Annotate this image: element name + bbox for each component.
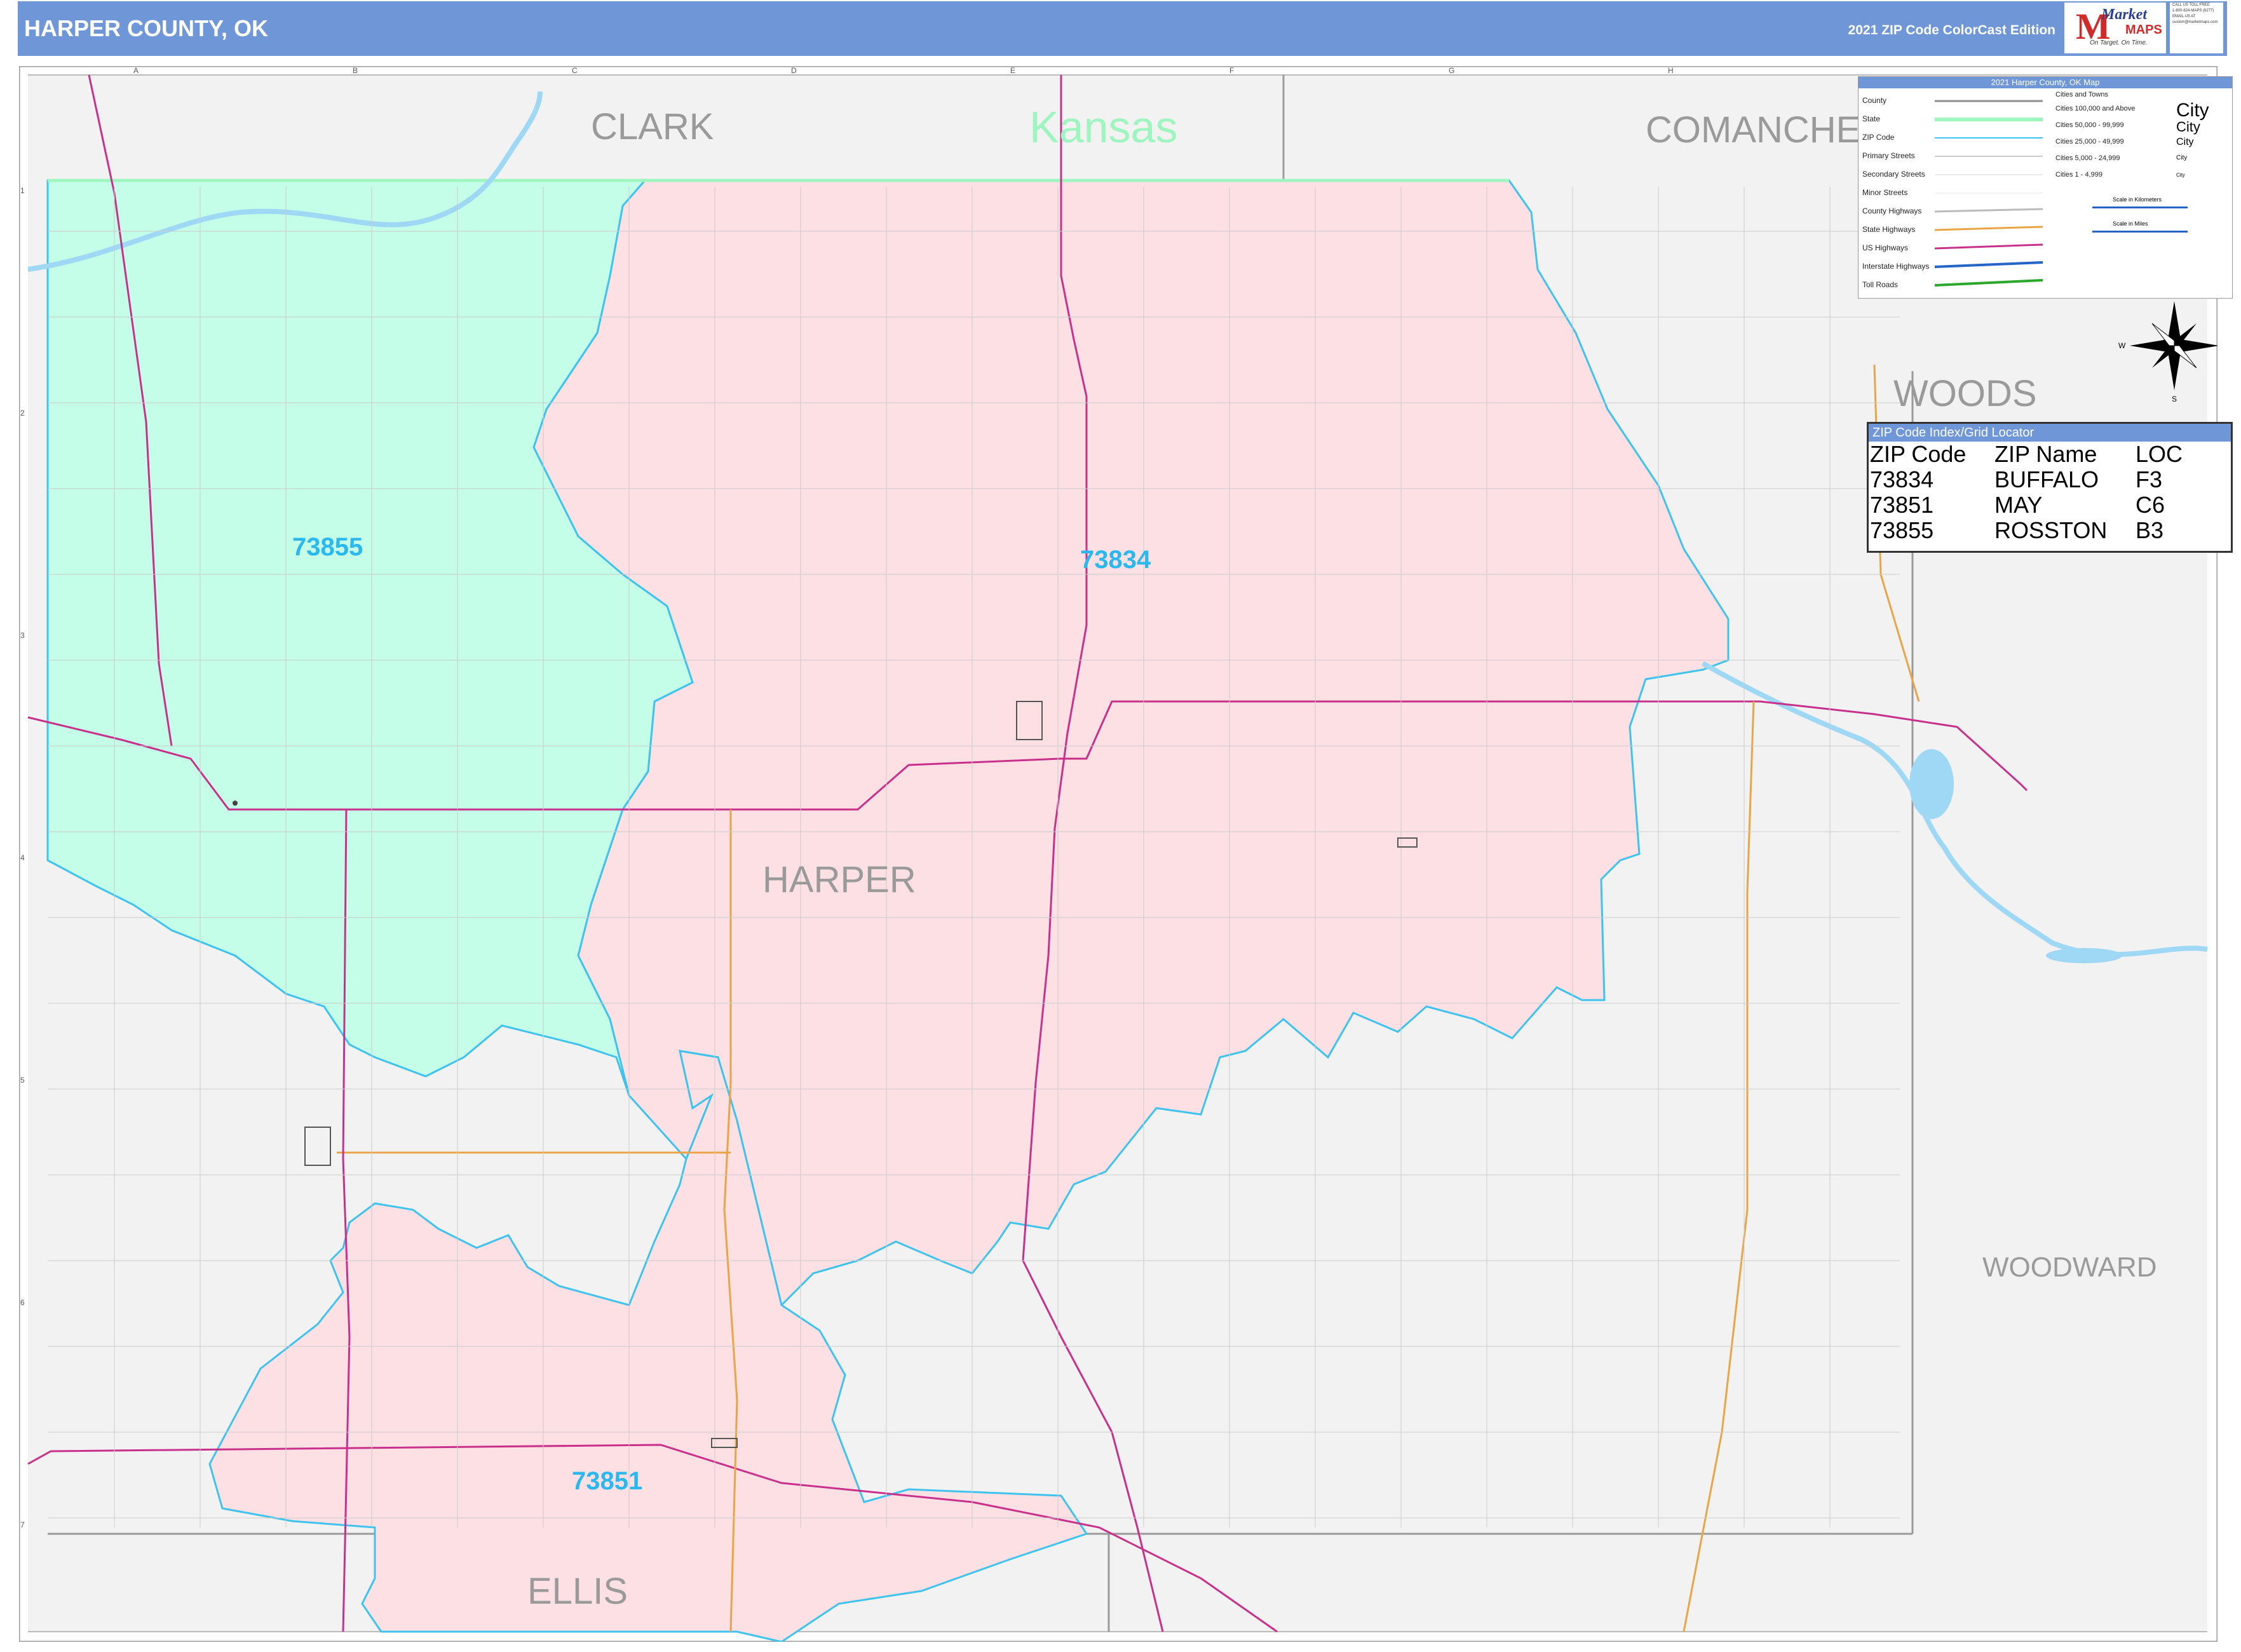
zip-name-cell: ROSSTON	[1994, 517, 2108, 543]
table-header-row: ZIP Code ZIP Name LOC	[1870, 442, 2186, 467]
legend-title: 2021 Harper County, OK Map	[1858, 77, 2232, 88]
lake	[1909, 749, 1954, 819]
grid-column-label: A	[133, 66, 139, 75]
legend-item: County Highways	[1862, 207, 1922, 215]
grid-row-label: 5	[20, 1076, 25, 1085]
table-row: 73855 ROSSTON B3	[1870, 518, 2186, 543]
grid-row-label: 2	[20, 409, 25, 417]
legend-city-sample: City	[2176, 172, 2185, 178]
grid-column-label: E	[1010, 66, 1015, 75]
legend-scale-miles: Scale in Miles	[2113, 220, 2148, 227]
grid-row-label: 6	[20, 1298, 25, 1307]
edition-label: 2021 ZIP Code ColorCast Edition	[1848, 23, 2055, 37]
legend-item: Interstate Highways	[1862, 262, 1930, 271]
zip-code-cell: 73851	[1870, 492, 1934, 518]
grid-column-label: C	[572, 66, 578, 75]
zip-name-cell: BUFFALO	[1994, 466, 2099, 492]
legend-city-sample: City	[2176, 154, 2188, 161]
logo-tagline: On Target. On Time.	[2090, 39, 2148, 46]
zip-code-cell: 73834	[1870, 466, 1934, 492]
grid-column-label: H	[1668, 66, 1674, 75]
market-maps-logo: M Market MAPS On Target. On Time.	[2064, 3, 2166, 53]
table-row: 73834 BUFFALO F3	[1870, 467, 2186, 492]
county-label-woodward: WOODWARD	[1982, 1252, 2157, 1283]
county-label-harper: HARPER	[762, 859, 916, 900]
legend-cities-title: Cities and Towns	[2055, 91, 2108, 98]
logo-text-market: Market	[2101, 6, 2147, 23]
legend-city-class: Cities 25,000 - 49,999	[2055, 138, 2124, 146]
legend-scale-km: Scale in Kilometers	[2113, 196, 2162, 203]
legend-city-class: Cities 100,000 and Above	[2055, 105, 2136, 112]
legend-city-sample: City	[2176, 137, 2194, 147]
contact-box: CALL US TOLL FREE 1-800-824-MAPS (6277) …	[2170, 3, 2223, 53]
zip-name-cell: MAY	[1994, 492, 2043, 518]
contact-line: CALL US TOLL FREE	[2172, 3, 2210, 7]
loc-cell: F3	[2136, 466, 2163, 492]
map-legend: 2021 Harper County, OK Map County State …	[1858, 76, 2233, 299]
county-map[interactable]: A B C D E F G H 1 2 3 4 5 6 7 Kansas CLARK COMANCHE W…	[19, 66, 2217, 1642]
legend-item: State Highways	[1862, 225, 1916, 234]
header-bar: HARPER COUNTY, OK 2021 ZIP Code ColorCas…	[18, 1, 2227, 56]
grid-column-label: D	[791, 66, 797, 75]
contact-line: custom@marketmaps.com	[2172, 20, 2218, 24]
grid-row-label: 4	[20, 853, 25, 862]
grid-row-label: 3	[20, 631, 25, 640]
grid-row-label: 1	[20, 186, 25, 195]
loc-cell: B3	[2136, 517, 2164, 543]
county-label-clark: CLARK	[591, 106, 714, 147]
legend-item: State	[1862, 114, 1881, 123]
legend-city-class: Cities 50,000 - 99,999	[2055, 121, 2124, 129]
legend-city-class: Cities 5,000 - 24,999	[2055, 154, 2120, 162]
grid-column-label: G	[1449, 66, 1454, 75]
logo-text-maps: MAPS	[2125, 23, 2162, 37]
compass-w: W	[2118, 341, 2126, 350]
zip-index-title: ZIP Code Index/Grid Locator	[1869, 424, 2231, 442]
grid-row-label: 7	[20, 1520, 25, 1529]
legend-swatches	[1935, 100, 2043, 287]
zip-label-73834: 73834	[1080, 546, 1151, 574]
state-label-kansas: Kansas	[1029, 102, 1177, 152]
grid-column-label: F	[1229, 66, 1234, 75]
loc-cell: C6	[2136, 492, 2165, 518]
legend-item: Secondary Streets	[1862, 170, 1925, 179]
compass-s: S	[2172, 395, 2177, 403]
contact-line: 1-800-824-MAPS (6277)	[2172, 9, 2214, 13]
legend-item: Minor Streets	[1862, 188, 1908, 197]
legend-item: Primary Streets	[1862, 151, 1915, 160]
column-header: ZIP Name	[1994, 441, 2097, 467]
column-header: ZIP Code	[1870, 441, 1967, 467]
table-row: 73851 MAY C6	[1870, 492, 2186, 518]
zip-label-73851: 73851	[572, 1467, 642, 1495]
column-header: LOC	[2136, 441, 2183, 467]
legend-scale-km-bar	[2092, 207, 2188, 208]
legend-item: ZIP Code	[1862, 133, 1895, 142]
legend-item: County	[1862, 96, 1887, 105]
zip-label-73855: 73855	[292, 533, 363, 561]
legend-scale-miles-bar	[2092, 231, 2188, 233]
county-label-ellis: ELLIS	[527, 1571, 628, 1612]
county-label-woods: WOODS	[1893, 373, 2037, 414]
zip-index-table: ZIP Code ZIP Name LOC 73834 BUFFALO F3 7…	[1870, 442, 2186, 543]
legend-city-sample: City	[2176, 119, 2200, 135]
lake	[2046, 948, 2122, 963]
legend-city-sample: City	[2176, 100, 2209, 121]
zip-code-index: ZIP Code Index/Grid Locator ZIP Code ZIP…	[1867, 422, 2233, 553]
zip-code-cell: 73855	[1870, 517, 1934, 543]
legend-item: US Highways	[1862, 243, 1909, 252]
contact-line: EMAIL US AT	[2172, 15, 2196, 18]
legend-city-class: Cities 1 - 4,999	[2055, 171, 2102, 179]
county-label-comanche: COMANCHE	[1646, 109, 1860, 151]
legend-item: Toll Roads	[1862, 280, 1899, 289]
map-title: HARPER COUNTY, OK	[24, 15, 269, 41]
grid-column-label: B	[353, 66, 358, 75]
